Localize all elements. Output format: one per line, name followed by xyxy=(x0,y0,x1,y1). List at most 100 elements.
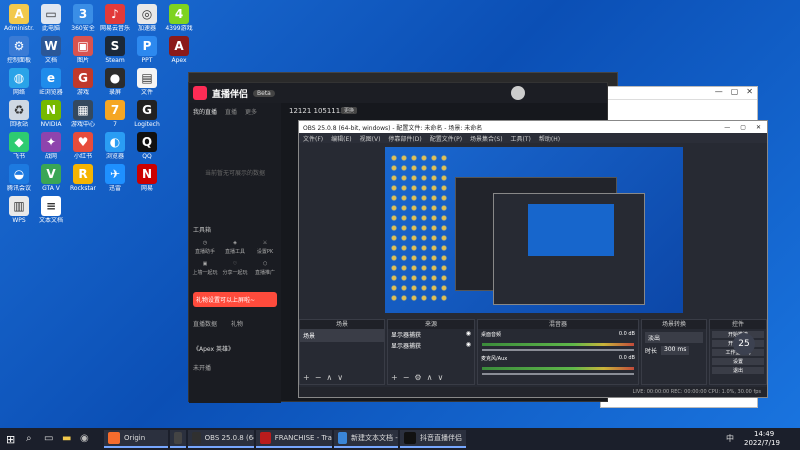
desktop-shortcut[interactable]: R Rockstar xyxy=(68,164,98,192)
desktop-shortcut[interactable]: ▣ 图片 xyxy=(68,36,98,64)
up-icon[interactable]: ∧ xyxy=(326,373,332,382)
desktop-shortcut[interactable]: ✈ 迅雷 xyxy=(100,164,130,192)
desktop-shortcut[interactable]: ◐ 浏览器 xyxy=(100,132,130,160)
desktop-shortcut[interactable]: ▦ 游戏中心 xyxy=(68,100,98,128)
desktop-shortcut[interactable]: 3 360安全 xyxy=(68,4,98,32)
desktop-shortcut[interactable]: G Logitech xyxy=(132,100,162,128)
eye-icon[interactable]: ◉ xyxy=(466,341,471,350)
desktop-shortcut[interactable]: 77 xyxy=(100,100,130,128)
avatar[interactable] xyxy=(511,86,525,100)
tool-item[interactable]: ♡ 分享一起玩 xyxy=(221,261,249,276)
desktop-shortcut[interactable]: ◎ 加速器 xyxy=(132,4,162,32)
settings-button[interactable]: 设置 xyxy=(712,358,764,365)
tab-my-live[interactable]: 我的直播 xyxy=(193,107,217,116)
file-explorer-icon[interactable]: ▬ xyxy=(62,433,71,444)
ime-indicator[interactable]: 中 xyxy=(726,433,734,444)
desktop-shortcut[interactable]: N 网易 xyxy=(132,164,162,192)
desktop-shortcut[interactable]: ◆ 飞书 xyxy=(4,132,34,160)
obs-menu-item[interactable]: 帮助(H) xyxy=(539,134,560,143)
tool-item[interactable]: ◈ 直播工具 xyxy=(221,240,249,255)
desktop-shortcut[interactable]: ◒ 腾讯会议 xyxy=(4,164,34,192)
minimize-icon[interactable]: — xyxy=(724,124,730,131)
add-source-button[interactable]: + xyxy=(391,373,398,382)
eye-icon[interactable]: ◉ xyxy=(466,330,471,339)
desktop-shortcut[interactable]: ≡ 文本文档 xyxy=(36,196,66,224)
desktop-shortcut[interactable]: S Steam xyxy=(100,36,130,64)
volume-slider[interactable] xyxy=(482,349,634,351)
desktop-shortcut[interactable]: ♥ 小红书 xyxy=(68,132,98,160)
tab-live[interactable]: 直播 xyxy=(225,107,237,116)
desktop-shortcut[interactable]: ▥ WPS xyxy=(4,196,34,224)
up-icon[interactable]: ∧ xyxy=(427,373,433,382)
desktop-shortcut[interactable]: ◍ 网络 xyxy=(4,68,34,96)
remove-source-button[interactable]: − xyxy=(403,373,410,382)
room-badge[interactable]: 更换 xyxy=(341,107,358,114)
desktop-shortcut[interactable]: 4 4399游戏 xyxy=(164,4,194,32)
exit-button[interactable]: 退出 xyxy=(712,367,764,374)
obs-menu-item[interactable]: 工具(T) xyxy=(511,134,531,143)
desktop-shortcut[interactable]: P PPT xyxy=(132,36,162,64)
desktop-shortcut[interactable]: ♻ 回收站 xyxy=(4,100,34,128)
bottom-tab-gift[interactable]: 礼物 xyxy=(231,319,243,328)
obs-menu-item[interactable]: 停靠部件(D) xyxy=(388,134,421,143)
source-item[interactable]: 显示器捕获 ◉ xyxy=(388,340,474,351)
taskbar-app[interactable]: 新建文本文档 - 记... xyxy=(334,430,398,448)
desktop-shortcut[interactable]: ▤ 文件 xyxy=(132,68,162,96)
remove-scene-button[interactable]: − xyxy=(315,373,322,382)
down-icon[interactable]: ∨ xyxy=(337,373,343,382)
start-icon[interactable]: ⊞ xyxy=(6,433,15,446)
desktop-shortcut[interactable]: ⚙ 控制面板 xyxy=(4,36,34,64)
duration-input[interactable]: 300 ms xyxy=(661,346,690,355)
scene-item[interactable]: 场景 xyxy=(300,329,384,342)
desktop-shortcut[interactable]: ● 录屏 xyxy=(100,68,130,96)
obs-menu-item[interactable]: 配置文件(P) xyxy=(430,134,462,143)
bottom-tab-stats[interactable]: 直播数据 xyxy=(193,319,217,328)
taskbar-app[interactable]: OBS 25.0.8 (64-bi... xyxy=(188,430,254,448)
desktop-shortcut[interactable]: e IE浏览器 xyxy=(36,68,66,96)
minimize-icon[interactable]: — xyxy=(715,87,723,99)
desktop-shortcut[interactable]: W 文档 xyxy=(36,36,66,64)
tool-item[interactable]: ⬡ 直播推广 xyxy=(251,261,279,276)
transition-select[interactable]: 淡出 xyxy=(645,332,703,343)
down-icon[interactable]: ∨ xyxy=(437,373,443,382)
obs-menu-item[interactable]: 文件(F) xyxy=(303,134,323,143)
maximize-icon[interactable]: ▢ xyxy=(731,87,739,99)
maximize-icon[interactable]: ▢ xyxy=(740,124,746,131)
desktop-shortcut[interactable]: ✦ 战网 xyxy=(36,132,66,160)
taskbar-app[interactable] xyxy=(170,430,186,448)
desktop-shortcut[interactable]: A Apex xyxy=(164,36,194,64)
close-icon[interactable]: ✕ xyxy=(746,87,753,99)
desktop-shortcut[interactable]: Q QQ xyxy=(132,132,162,160)
desktop-shortcut[interactable]: N NVIDIA xyxy=(36,100,66,128)
desktop-shortcut[interactable]: ♪ 网易云音乐 xyxy=(100,4,130,32)
desktop-shortcut[interactable]: AAdministr... xyxy=(4,4,34,32)
close-icon[interactable]: ✕ xyxy=(756,124,761,131)
promo-banner[interactable]: 礼物设置可以上屏啦~ xyxy=(193,292,277,307)
task-view-icon[interactable]: ▭ xyxy=(44,433,53,444)
search-icon[interactable]: ⌕ xyxy=(26,433,32,444)
desktop-shortcut[interactable]: V GTA V xyxy=(36,164,66,192)
obs-menu-item[interactable]: 场景集合(S) xyxy=(470,134,503,143)
volume-slider[interactable] xyxy=(482,373,634,375)
gear-icon[interactable]: ⚙ xyxy=(414,373,421,382)
tool-item[interactable]: ▣ 上墙一起玩 xyxy=(191,261,219,276)
tool-item[interactable]: ⚔ 设置PK xyxy=(251,240,279,255)
tool-item[interactable]: ◷ 直播助手 xyxy=(191,240,219,255)
clock-time[interactable]: 14:49 xyxy=(754,430,774,438)
taskbar-app[interactable]: FRANCHISE - Tra... xyxy=(256,430,332,448)
desktop-shortcut-label: PPT xyxy=(141,57,153,64)
taskbar-app-label: 新建文本文档 - 记... xyxy=(351,434,398,442)
tab-more[interactable]: 更多 xyxy=(245,107,257,116)
desktop-shortcut[interactable]: G 游戏 xyxy=(68,68,98,96)
add-scene-button[interactable]: + xyxy=(303,373,310,382)
clock-date[interactable]: 2022/7/19 xyxy=(744,439,780,447)
desktop-shortcut[interactable]: ▭ 此电脑 xyxy=(36,4,66,32)
obs-menu-item[interactable]: 编辑(E) xyxy=(331,134,351,143)
source-item[interactable]: 显示器捕获 ◉ xyxy=(388,329,474,340)
obs-menu-item[interactable]: 视图(V) xyxy=(360,134,381,143)
taskbar-app[interactable]: 抖音直播伴侣 xyxy=(400,430,466,448)
obs-preview[interactable] xyxy=(385,147,683,313)
steam-icon[interactable]: ◉ xyxy=(80,433,89,444)
taskbar-app[interactable]: Origin xyxy=(104,430,168,448)
obs-window[interactable]: OBS 25.0.8 (64-bit, windows) - 配置文件: 未命名… xyxy=(298,120,768,398)
